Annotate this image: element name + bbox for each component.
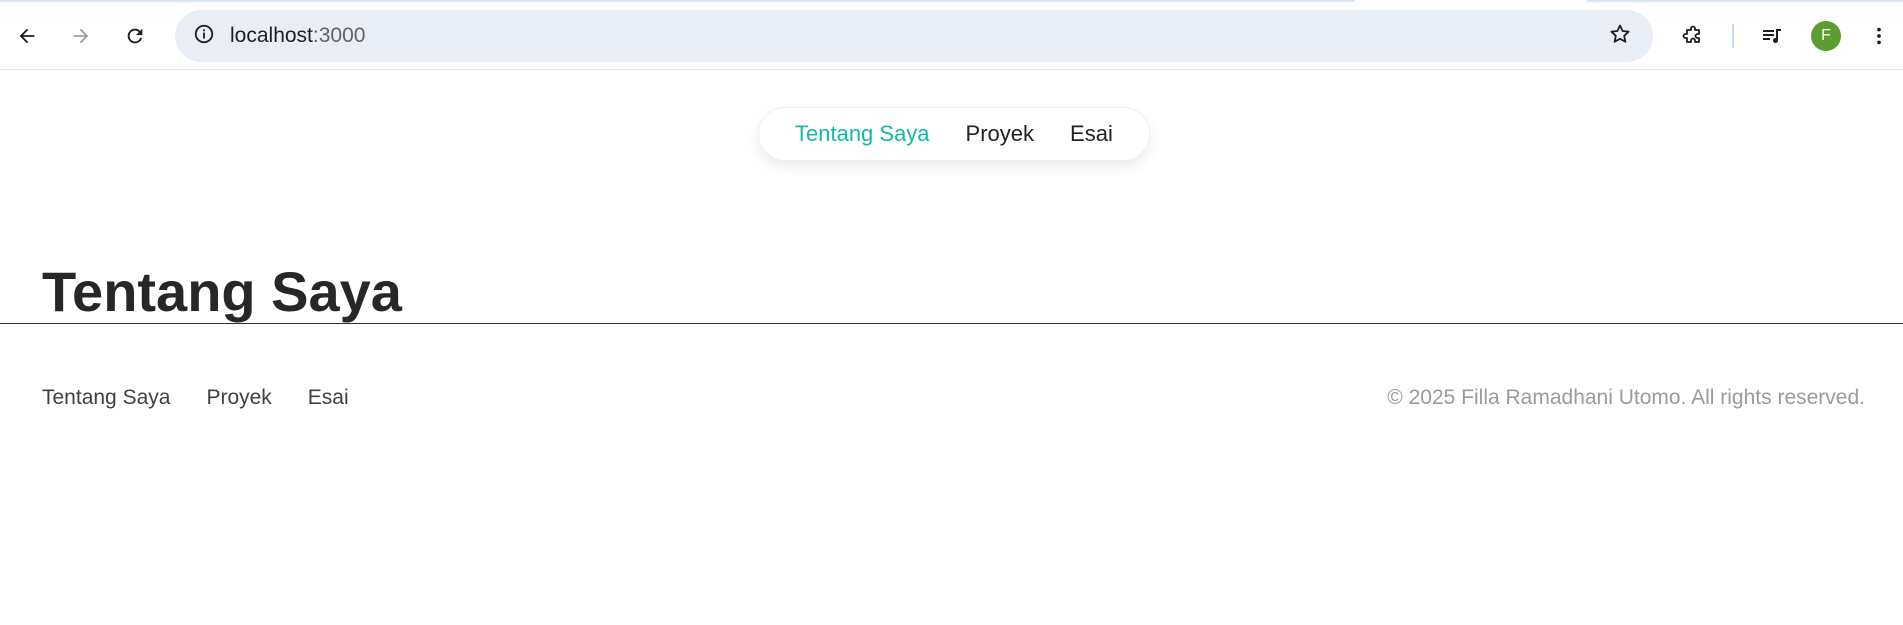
footer-link-esai[interactable]: Esai [308, 386, 349, 410]
url-text[interactable]: localhost:3000 [230, 10, 365, 62]
more-vert-icon [1868, 25, 1890, 47]
url-port: :3000 [312, 24, 366, 47]
nav-link-tentang-saya[interactable]: Tentang Saya [795, 121, 930, 147]
bookmark-star-icon [1608, 22, 1632, 51]
extensions-button[interactable] [1676, 19, 1710, 53]
back-button[interactable] [10, 19, 44, 53]
page-title: Tentang Saya [42, 260, 402, 323]
media-playlist-icon [1760, 24, 1784, 48]
reload-icon [124, 25, 146, 47]
back-arrow-icon [16, 25, 38, 47]
nav-link-proyek[interactable]: Proyek [966, 121, 1034, 147]
site-info-icon [193, 23, 215, 50]
footer-links: Tentang Saya Proyek Esai [42, 386, 349, 410]
page-load-progress-segment [1587, 0, 1903, 2]
profile-avatar[interactable]: F [1811, 21, 1841, 51]
copyright-text: © 2025 Filla Ramadhani Utomo. All rights… [1387, 386, 1865, 409]
url-host: localhost [230, 24, 313, 47]
bookmark-button[interactable] [1603, 19, 1637, 53]
toolbar-divider [1732, 24, 1734, 48]
browser-menu-button[interactable] [1862, 19, 1896, 53]
nav-link-esai[interactable]: Esai [1070, 121, 1113, 147]
browser-toolbar: localhost:3000 F [0, 0, 1903, 70]
site-info-button[interactable] [187, 19, 221, 53]
footer-link-proyek[interactable]: Proyek [206, 386, 271, 410]
forward-button[interactable] [64, 19, 98, 53]
footer-link-tentang-saya[interactable]: Tentang Saya [42, 386, 170, 410]
media-controls-button[interactable] [1755, 19, 1789, 53]
forward-arrow-icon [70, 25, 92, 47]
reload-button[interactable] [118, 19, 152, 53]
footer-divider [0, 323, 1903, 324]
page-load-progress [0, 0, 1355, 2]
address-bar[interactable]: localhost:3000 [175, 10, 1653, 62]
extensions-puzzle-icon [1681, 24, 1705, 48]
top-nav-pill: Tentang Saya Proyek Esai [758, 107, 1150, 161]
